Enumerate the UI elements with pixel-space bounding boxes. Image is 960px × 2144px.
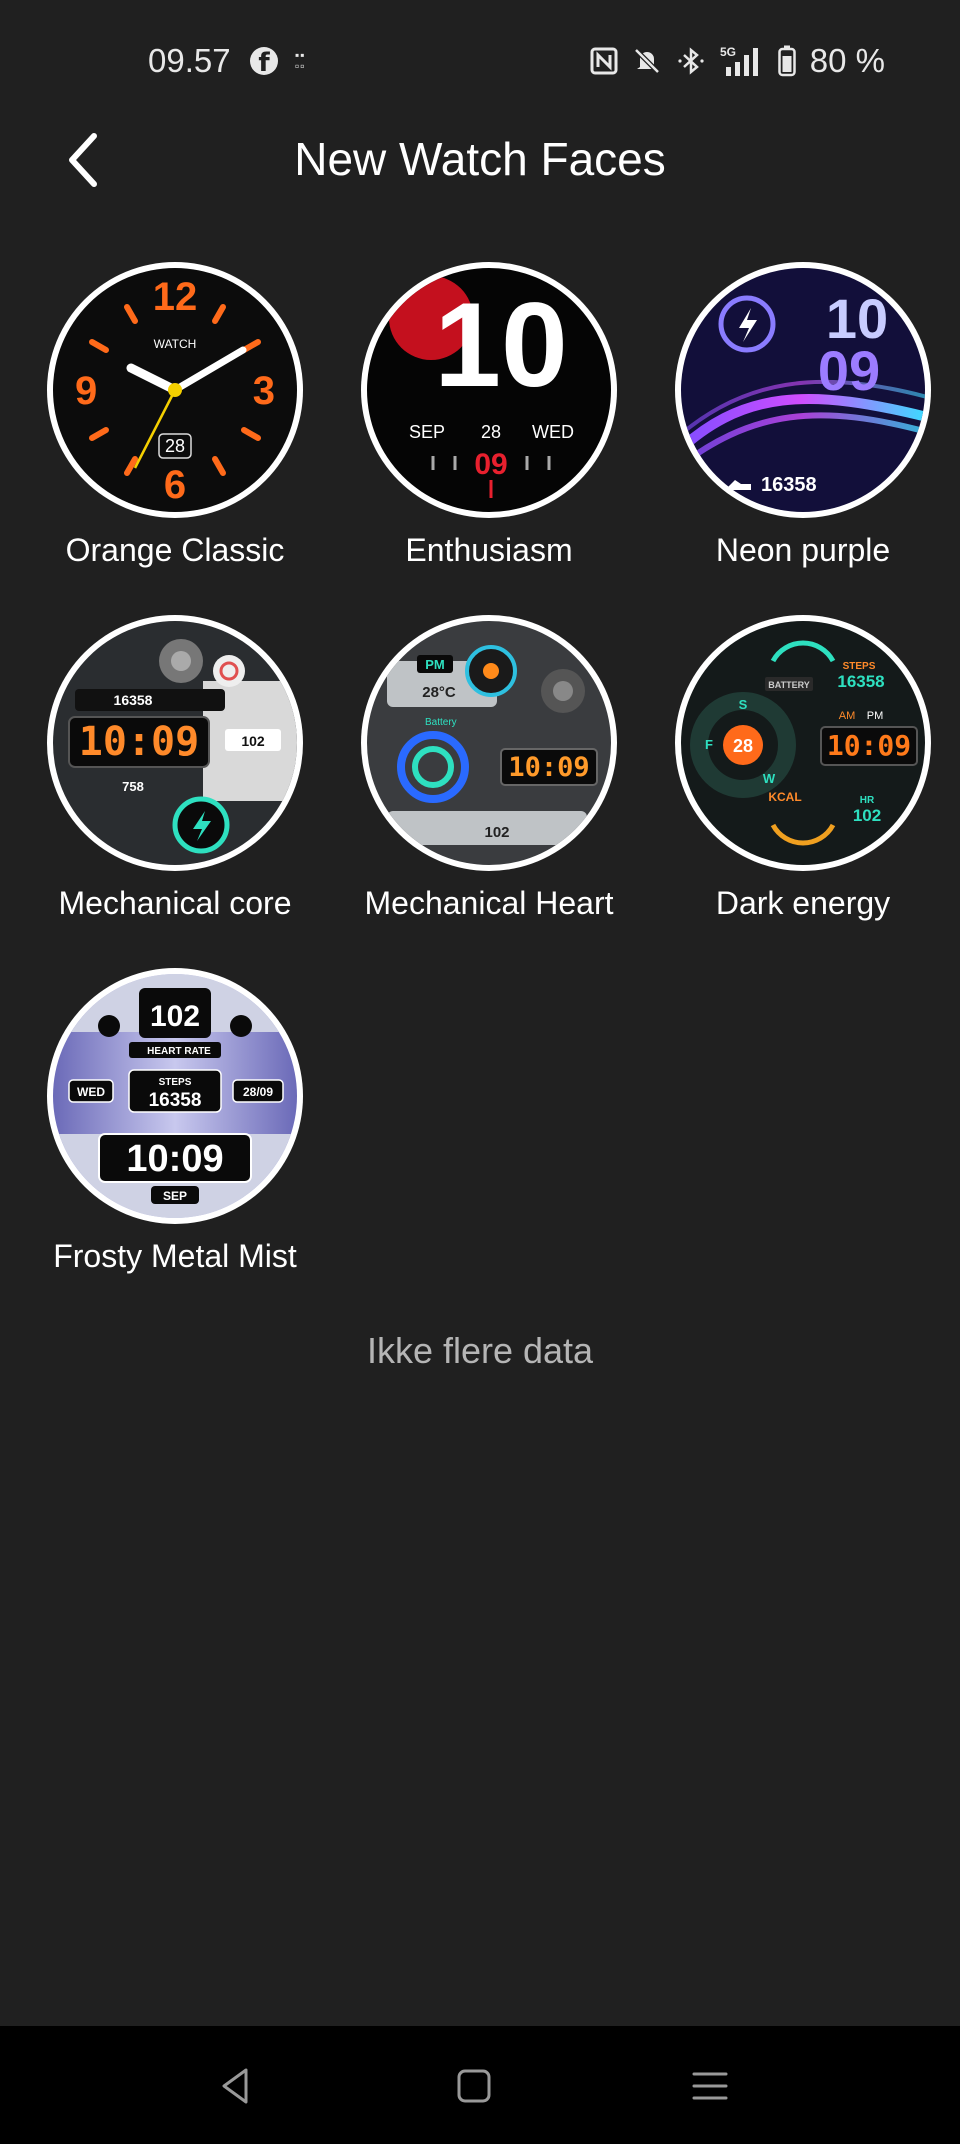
am-label: AM	[839, 710, 856, 722]
watch-face-name: Neon purple	[715, 532, 891, 568]
numeral-9: 9	[75, 369, 97, 413]
steps-caption: STEPS	[159, 1077, 192, 1088]
app-header: New Watch Faces	[0, 110, 960, 210]
numeral-6: 6	[164, 463, 186, 507]
time-label: 10:09	[827, 729, 911, 762]
watch-face-name: Mechanical Heart	[364, 885, 614, 921]
pm-label: PM	[867, 710, 884, 722]
weekday-letter: W	[763, 771, 776, 786]
steps-label: 16358	[837, 672, 884, 691]
heart-rate-caption: HEART RATE	[147, 1046, 211, 1057]
battery-label: BATTERY	[768, 680, 810, 690]
time-label: 10:09	[79, 719, 199, 765]
watch-face-thumbnail: 10 09 16358	[675, 262, 931, 518]
numeral-3: 3	[253, 369, 275, 413]
watch-face-name: Mechanical core	[58, 885, 292, 921]
watch-face-thumbnail: 102 HEART RATE WED STEPS 16358 28/09 10:…	[47, 968, 303, 1224]
steps-label: 16358	[114, 692, 153, 708]
heart-value: 102	[150, 1000, 200, 1033]
minute-label: 09	[474, 448, 507, 481]
numeral-12: 12	[153, 275, 198, 319]
bluetooth-icon	[678, 47, 704, 75]
signal-icon: 5G	[720, 45, 758, 76]
weekday-label: WED	[532, 422, 574, 442]
ampm-label: PM	[425, 657, 445, 672]
heart-label: 102	[484, 824, 509, 841]
facebook-icon: f	[250, 47, 278, 78]
steps-label: 16358	[149, 1090, 202, 1111]
calories-label: 758	[122, 779, 144, 794]
battery-label: Battery	[425, 717, 457, 728]
status-bar: 09.57 f ▪▪ ▫▫ 5G 80 %	[0, 0, 960, 120]
weekday-letter: S	[739, 697, 748, 712]
triangle-back-icon	[222, 2068, 248, 2104]
heart-label: 102	[241, 733, 265, 749]
watch-face-neon-purple[interactable]: 10 09 16358 Neon purple	[653, 262, 953, 569]
minute-label: 09	[818, 339, 880, 402]
steps-caption: STEPS	[843, 661, 876, 672]
watch-face-thumbnail: 16358 10:09 102 758	[47, 615, 303, 871]
watch-face-name: Dark energy	[715, 885, 891, 921]
date-label: 28/09	[243, 1085, 273, 1099]
heart-label: 102	[853, 806, 881, 825]
day-label: 28	[481, 422, 501, 442]
nfc-icon	[590, 47, 618, 75]
nav-recents-button[interactable]	[686, 2062, 734, 2110]
square-home-icon	[457, 2069, 491, 2103]
battery-percent: 80 %	[809, 42, 885, 79]
system-navigation-bar	[0, 2026, 960, 2144]
date-label: 28	[165, 436, 185, 456]
date-label: 28	[733, 736, 753, 756]
status-icons: 5G 80 %	[590, 42, 885, 80]
hr-caption: HR	[860, 795, 875, 806]
kcal-caption: KCAL	[768, 790, 801, 804]
status-time: 09.57	[148, 42, 231, 79]
svg-text:5G: 5G	[720, 45, 736, 59]
no-more-data-text: Ikke flere data	[366, 1330, 594, 1371]
time-label: 10:09	[126, 1138, 223, 1180]
watch-face-thumbnail: 10 SEP 28 WED 09	[361, 262, 617, 518]
watch-face-name: Orange Classic	[65, 532, 285, 568]
watch-face-name: Frosty Metal Mist	[53, 1238, 297, 1274]
watch-face-enthusiasm[interactable]: 10 SEP 28 WED 09 Enthusiasm	[339, 262, 639, 569]
nav-home-button[interactable]	[450, 2062, 498, 2110]
page-title: New Watch Faces	[294, 133, 666, 185]
mute-icon	[634, 48, 660, 74]
watch-face-name: Enthusiasm	[405, 532, 573, 568]
watch-face-dark-energy[interactable]: BATTERY STEPS 16358 AM PM 10:09 S F W 28…	[653, 615, 953, 922]
weekday-letter: F	[705, 737, 713, 752]
watch-face-frosty-metal-mist[interactable]: 102 HEART RATE WED STEPS 16358 28/09 10:…	[25, 968, 325, 1275]
time-label: 10:09	[508, 752, 589, 783]
nav-back-button[interactable]	[212, 2062, 260, 2110]
menu-lines-icon	[692, 2072, 728, 2100]
watch-face-thumbnail: BATTERY STEPS 16358 AM PM 10:09 S F W 28…	[675, 615, 931, 871]
month-label: SEP	[163, 1189, 187, 1203]
watch-face-thumbnail: 12 3 6 9 WATCH 28	[47, 262, 303, 518]
watch-face-thumbnail: PM 28°C Battery 10:09 102	[361, 615, 617, 871]
temperature-label: 28°C	[422, 684, 456, 701]
watch-face-mechanical-heart[interactable]: PM 28°C Battery 10:09 102 Mechanical Hea…	[339, 615, 639, 922]
brand-label: WATCH	[154, 337, 197, 351]
watch-face-orange-classic[interactable]: 12 3 6 9 WATCH 28 Orange Classic	[25, 262, 325, 569]
wear-app-icon: ▪▪ ▫▫	[295, 48, 306, 73]
month-label: SEP	[409, 422, 445, 442]
weekday-label: WED	[77, 1085, 105, 1099]
watch-face-mechanical-core[interactable]: 16358 10:09 102 758 Mechanical core	[25, 615, 325, 922]
battery-icon	[778, 45, 796, 77]
steps-label: 16358	[761, 474, 817, 496]
hour-label: 10	[434, 278, 567, 412]
